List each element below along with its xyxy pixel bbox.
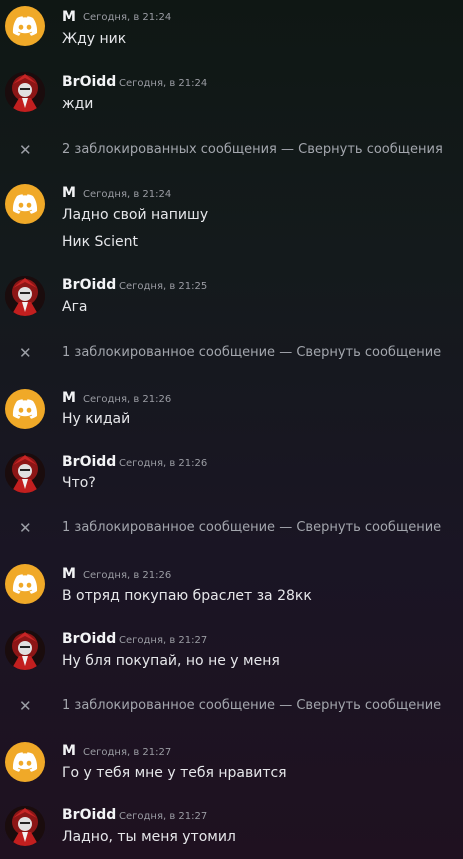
blocked-count-text: 1 заблокированное сообщение	[62, 520, 276, 535]
username[interactable]: M	[62, 390, 76, 406]
message-text: Ага	[62, 299, 88, 315]
message-text: В отряд покупаю браслет за 28кк	[62, 588, 312, 604]
close-icon[interactable]: ✕	[19, 697, 32, 715]
discord-logo-icon	[12, 752, 38, 772]
separator: —	[279, 520, 293, 535]
separator: —	[279, 345, 293, 360]
username[interactable]: M	[62, 566, 76, 582]
avatar[interactable]	[5, 184, 45, 224]
message-text: Ладно, ты меня утомил	[62, 829, 236, 845]
timestamp[interactable]: Сегодня, в 21:27	[119, 811, 207, 822]
close-icon[interactable]: ✕	[19, 141, 32, 159]
username[interactable]: BrOidd	[62, 454, 116, 470]
timestamp[interactable]: Сегодня, в 21:24	[83, 12, 171, 23]
message-text: Го у тебя мне у тебя нравится	[62, 765, 287, 781]
message-text: Ник Scient	[62, 234, 138, 250]
avatar[interactable]	[5, 630, 45, 670]
user-avatar-image	[5, 72, 45, 112]
blocked-count-text: 1 заблокированное сообщение	[62, 345, 276, 360]
username[interactable]: M	[62, 9, 76, 25]
timestamp[interactable]: Сегодня, в 21:26	[83, 394, 171, 405]
close-icon[interactable]: ✕	[19, 519, 32, 537]
user-avatar-image	[5, 276, 45, 316]
blocked-count-text: 1 заблокированное сообщение	[62, 698, 276, 713]
blocked-count-text: 2 заблокированных сообщения	[62, 142, 277, 157]
blocked-messages-bar: ✕ 1 заблокированное сообщение — Свернуть…	[0, 517, 463, 539]
username[interactable]: M	[62, 185, 76, 201]
discord-logo-icon	[12, 574, 38, 594]
avatar[interactable]	[5, 564, 45, 604]
avatar[interactable]	[5, 276, 45, 316]
avatar[interactable]	[5, 453, 45, 493]
timestamp[interactable]: Сегодня, в 21:26	[119, 458, 207, 469]
separator: —	[279, 698, 293, 713]
user-avatar-image	[5, 806, 45, 846]
avatar[interactable]	[5, 72, 45, 112]
avatar[interactable]	[5, 742, 45, 782]
avatar[interactable]	[5, 6, 45, 46]
avatar[interactable]	[5, 389, 45, 429]
timestamp[interactable]: Сегодня, в 21:27	[83, 747, 171, 758]
blocked-messages-bar: ✕ 1 заблокированное сообщение — Свернуть…	[0, 342, 463, 364]
message-text: Ладно свой напишу	[62, 207, 209, 223]
collapse-messages-link[interactable]: Свернуть сообщение	[296, 520, 441, 535]
discord-logo-icon	[12, 399, 38, 419]
collapse-messages-link[interactable]: Свернуть сообщения	[298, 142, 443, 157]
blocked-messages-bar: ✕ 1 заблокированное сообщение — Свернуть…	[0, 695, 463, 717]
timestamp[interactable]: Сегодня, в 21:26	[83, 570, 171, 581]
close-icon[interactable]: ✕	[19, 344, 32, 362]
separator: —	[281, 142, 295, 157]
message-text: жди	[62, 96, 94, 112]
message-text: Ну бля покупай, но не у меня	[62, 653, 280, 669]
username[interactable]: BrOidd	[62, 807, 116, 823]
user-avatar-image	[5, 453, 45, 493]
username[interactable]: M	[62, 743, 76, 759]
timestamp[interactable]: Сегодня, в 21:25	[119, 281, 207, 292]
timestamp[interactable]: Сегодня, в 21:27	[119, 635, 207, 646]
timestamp[interactable]: Сегодня, в 21:24	[119, 78, 207, 89]
message-text: Что?	[62, 475, 96, 491]
discord-logo-icon	[12, 194, 38, 214]
user-avatar-image	[5, 630, 45, 670]
username[interactable]: BrOidd	[62, 277, 116, 293]
message-text: Жду ник	[62, 31, 127, 47]
username[interactable]: BrOidd	[62, 631, 116, 647]
collapse-messages-link[interactable]: Свернуть сообщение	[296, 698, 441, 713]
username[interactable]: BrOidd	[62, 74, 116, 90]
timestamp[interactable]: Сегодня, в 21:24	[83, 189, 171, 200]
message-text: Ну кидай	[62, 411, 131, 427]
collapse-messages-link[interactable]: Свернуть сообщение	[296, 345, 441, 360]
discord-logo-icon	[12, 16, 38, 36]
avatar[interactable]	[5, 806, 45, 846]
blocked-messages-bar: ✕ 2 заблокированных сообщения — Свернуть…	[0, 139, 463, 161]
